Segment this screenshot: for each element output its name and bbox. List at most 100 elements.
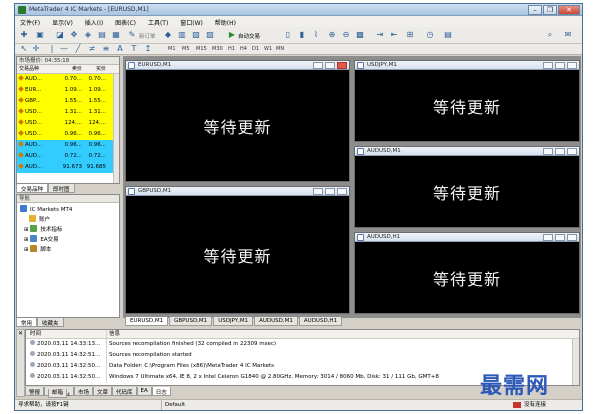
data-window-icon[interactable]: ✥: [69, 30, 79, 40]
terminal-close-icon[interactable]: ✕: [18, 331, 23, 337]
tab-tick-chart[interactable]: 即时图: [48, 184, 75, 193]
chart-window-audusd-m1[interactable]: AUDUSD,M1 等待更新: [354, 146, 580, 228]
market-watch-row[interactable]: GBP... 1.55... 1.55...: [17, 96, 119, 107]
journal-row[interactable]: 2020.03.11 14:32:51... Sources recompilat…: [26, 350, 579, 361]
menu-tools[interactable]: 工具(T): [143, 16, 173, 27]
periods-icon[interactable]: ◷: [425, 30, 435, 40]
text-label-icon[interactable]: T: [129, 44, 139, 54]
market-watch-icon[interactable]: ◪: [55, 30, 65, 40]
auto-trading-label[interactable]: 自动交易: [238, 32, 260, 40]
col-symbol[interactable]: 交易品种: [17, 65, 61, 73]
tab-favorites[interactable]: 收藏夹: [37, 318, 64, 327]
autoscroll-icon[interactable]: ⇤: [389, 30, 399, 40]
tf-h1[interactable]: H1: [227, 45, 236, 53]
new-chart-icon[interactable]: ✚: [19, 30, 29, 40]
navigator-accounts[interactable]: 账户: [20, 215, 119, 225]
tab-experts[interactable]: EA: [136, 387, 152, 396]
market-watch-scrollbar[interactable]: [113, 74, 119, 183]
tab-alerts[interactable]: 警报: [25, 387, 45, 396]
restore-button[interactable]: ❐: [543, 5, 557, 15]
navigator-indicators[interactable]: ⊞ 技术指标: [20, 225, 119, 235]
zoom-out-icon[interactable]: ⊖: [341, 30, 351, 40]
chart-canvas[interactable]: 等待更新: [126, 196, 349, 313]
tf-mn[interactable]: MN: [275, 45, 285, 53]
tile-windows-icon[interactable]: ▩: [355, 30, 365, 40]
tab-mailbox[interactable]: 邮箱 4: [44, 387, 74, 398]
market-watch-row[interactable]: AUD... 91.673 91.685: [17, 162, 119, 173]
journal-row[interactable]: 2020.03.11 14:33:13... Sources recompilat…: [26, 339, 579, 350]
chart-close-button[interactable]: [567, 62, 577, 69]
chart-minimize-button[interactable]: [543, 148, 553, 155]
tf-m30[interactable]: M30: [211, 45, 224, 53]
chart-window-gbpusd-m1[interactable]: GBPUSD,M1 等待更新: [125, 186, 350, 314]
strategy-tester-icon[interactable]: ▦: [111, 30, 121, 40]
community-icon[interactable]: ✉: [563, 30, 573, 40]
tf-m1[interactable]: M1: [167, 45, 177, 53]
chart-close-button[interactable]: [337, 188, 347, 195]
menu-charts[interactable]: 图表(C): [110, 16, 141, 27]
tab-articles[interactable]: 文章: [92, 387, 112, 396]
bar-chart-icon[interactable]: ▯: [283, 30, 293, 40]
tab-code-base[interactable]: 代码库: [111, 387, 137, 396]
chart-tab-gbpusd-m1[interactable]: GBPUSD,M1: [169, 317, 213, 326]
cursor-icon[interactable]: ↖: [19, 44, 29, 54]
history-icon[interactable]: ▥: [177, 30, 187, 40]
indicators-icon[interactable]: ⊞: [405, 30, 415, 40]
navigator-scripts[interactable]: ⊞ 脚本: [20, 245, 119, 255]
market-watch-row[interactable]: USD... 1.31... 1.31...: [17, 107, 119, 118]
zoom-in-icon[interactable]: ⊕: [327, 30, 337, 40]
auto-trading-icon[interactable]: ▶: [227, 30, 237, 40]
market-watch-row[interactable]: AUD... 0.96... 0.96...: [17, 140, 119, 151]
menu-window[interactable]: 窗口(W): [175, 16, 208, 27]
chart-window-audusd-h1[interactable]: AUDUSD,H1 等待更新: [354, 232, 580, 314]
terminal-scrollbar[interactable]: [572, 339, 579, 385]
terminal-icon[interactable]: ▤: [97, 30, 107, 40]
tf-m15[interactable]: M15: [195, 45, 208, 53]
chart-maximize-button[interactable]: [325, 62, 335, 69]
chart-close-button[interactable]: [567, 234, 577, 241]
new-order-icon[interactable]: ✎: [127, 30, 137, 40]
chart-maximize-button[interactable]: [555, 148, 565, 155]
chart-canvas[interactable]: 等待更新: [355, 70, 579, 141]
crosshair-icon[interactable]: ✛: [31, 44, 41, 54]
profiles-icon[interactable]: ▣: [35, 30, 45, 40]
templates-icon[interactable]: ▤: [443, 30, 453, 40]
chart-close-button[interactable]: [337, 62, 347, 69]
minimize-button[interactable]: –: [528, 5, 542, 15]
vertical-line-icon[interactable]: |: [47, 44, 57, 54]
market-watch-row[interactable]: AUD... 0.72... 0.72...: [17, 151, 119, 162]
print-icon[interactable]: ▨: [205, 30, 215, 40]
col-time[interactable]: 时间: [26, 330, 106, 338]
close-button[interactable]: ✕: [558, 5, 580, 15]
chart-shift-icon[interactable]: ⇥: [375, 30, 385, 40]
tf-h4[interactable]: H4: [239, 45, 248, 53]
tab-symbols[interactable]: 交易品种: [16, 184, 49, 193]
menu-help[interactable]: 帮助(H): [210, 16, 241, 27]
chart-maximize-button[interactable]: [555, 62, 565, 69]
chart-tab-usdjpy-m1[interactable]: USDJPY,M1: [213, 317, 254, 326]
text-tool-icon[interactable]: A: [115, 44, 125, 54]
navigator-experts[interactable]: ⊞ EA交易: [20, 235, 119, 245]
market-watch-row[interactable]: EUR... 1.09... 1.09...: [17, 85, 119, 96]
chart-canvas[interactable]: 等待更新: [355, 156, 579, 227]
col-bid[interactable]: 卖价: [61, 65, 84, 73]
navigator-icon[interactable]: ◈: [83, 30, 93, 40]
search-icon[interactable]: ⌕: [545, 30, 555, 40]
tf-w1[interactable]: W1: [263, 45, 273, 53]
fibonacci-icon[interactable]: ≡: [101, 44, 111, 54]
menu-view[interactable]: 显示(V): [47, 16, 78, 27]
chart-window-usdjpy-m1[interactable]: USDJPY,M1 等待更新: [354, 60, 580, 142]
col-ask[interactable]: 买价: [84, 65, 108, 73]
chart-canvas[interactable]: 等待更新: [355, 242, 579, 313]
col-message[interactable]: 信息: [106, 330, 579, 338]
arrows-icon[interactable]: ↥: [143, 44, 153, 54]
horizontal-line-icon[interactable]: —: [59, 44, 69, 54]
menu-insert[interactable]: 插入(I): [80, 16, 108, 27]
tab-market[interactable]: 市场: [73, 387, 93, 396]
market-watch-row[interactable]: USD... 124.... 124....: [17, 118, 119, 129]
chart-window-eurusd-m1[interactable]: EURUSD,M1 等待更新: [125, 60, 350, 182]
chart-canvas[interactable]: 等待更新: [126, 70, 349, 181]
chart-minimize-button[interactable]: [543, 234, 553, 241]
chart-tab-audusd-h1[interactable]: AUDUSD,H1: [298, 317, 343, 326]
market-watch-row[interactable]: USD... 0.96... 0.96...: [17, 129, 119, 140]
